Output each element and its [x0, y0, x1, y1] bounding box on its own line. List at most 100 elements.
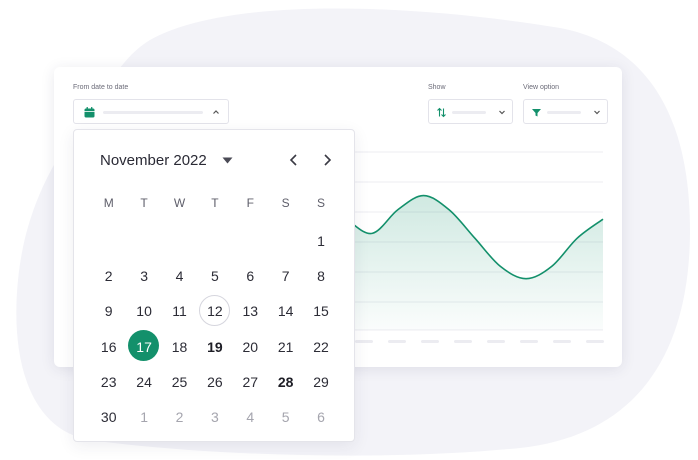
calendar-day-19[interactable]: 19	[197, 329, 232, 364]
calendar-day-11[interactable]: 11	[162, 294, 197, 329]
calendar-day-2[interactable]: 2	[91, 258, 126, 293]
calendar-day-22[interactable]: 22	[303, 329, 338, 364]
calendar-day-number: 7	[281, 267, 290, 284]
calendar-day-next-month-1[interactable]: 1	[126, 399, 161, 434]
calendar-day-25[interactable]: 25	[162, 364, 197, 399]
calendar-day-23[interactable]: 23	[91, 364, 126, 399]
calendar-day-number: 1	[140, 409, 148, 426]
calendar-day-1[interactable]: 1	[303, 223, 338, 258]
calendar-day-number: 15	[313, 303, 329, 320]
calendar-day-14[interactable]: 14	[268, 294, 303, 329]
calendar-day-3[interactable]: 3	[126, 258, 161, 293]
calendar-day-number: 24	[136, 373, 152, 390]
calendar-day-number: 19	[207, 338, 223, 355]
weekday-label: W	[173, 196, 186, 210]
calendar-day-number: 3	[140, 267, 148, 284]
calendar-day-21[interactable]: 21	[268, 329, 303, 364]
calendar-day-number: 28	[277, 373, 294, 390]
calendar-day-number: 5	[210, 267, 219, 284]
calendar-day-number: 22	[313, 338, 329, 355]
x-axis-tick-placeholder	[355, 340, 373, 343]
calendar-day-26[interactable]: 26	[197, 364, 232, 399]
calendar-day-number: 5	[281, 409, 290, 426]
calendar-empty-cell	[197, 223, 232, 258]
calendar-day-number: 2	[104, 267, 113, 284]
calendar-day-number: 23	[100, 373, 117, 390]
calendar-day-number: 9	[104, 303, 113, 320]
calendar-day-number: 6	[246, 267, 255, 284]
x-axis-tick-placeholder	[553, 340, 571, 343]
calendar-day-5[interactable]: 5	[197, 258, 232, 293]
x-axis-tick-placeholder	[388, 340, 406, 343]
calendar-empty-cell	[162, 223, 197, 258]
calendar-month-label[interactable]: November 2022	[100, 152, 207, 169]
x-axis-tick-placeholder	[421, 340, 439, 343]
calendar-day-number: 4	[175, 267, 184, 284]
x-axis-tick-placeholder	[586, 340, 604, 343]
calendar-day-13[interactable]: 13	[233, 294, 268, 329]
calendar-day-number: 17	[136, 338, 152, 355]
calendar-day-number: 1	[317, 232, 325, 249]
calendar-day-number: 14	[277, 303, 294, 320]
previous-month-icon[interactable]	[286, 152, 302, 168]
calendar-day-20[interactable]: 20	[233, 329, 268, 364]
calendar-day-next-month-3[interactable]: 3	[197, 399, 232, 434]
calendar-week-row: 1	[91, 223, 339, 258]
calendar-day-number: 27	[242, 373, 259, 390]
calendar-day-number: 10	[136, 303, 152, 320]
calendar-day-8[interactable]: 8	[303, 258, 338, 293]
x-axis-tick-placeholder	[520, 340, 538, 343]
weekday-label: T	[140, 196, 148, 210]
calendar-day-18[interactable]: 18	[162, 329, 197, 364]
calendar-empty-cell	[91, 223, 126, 258]
calendar-empty-cell	[268, 223, 303, 258]
weekday-label: S	[281, 196, 290, 210]
calendar-empty-cell	[233, 223, 268, 258]
calendar-day-number: 20	[242, 338, 259, 355]
calendar-day-17[interactable]: 17	[126, 329, 161, 364]
date-picker-popup: November 2022 MTWTFSS 1 2 3 4 5 6 7 8 9 10 11 12 13 1…	[73, 129, 355, 442]
calendar-day-9[interactable]: 9	[91, 294, 126, 329]
calendar-day-next-month-4[interactable]: 4	[233, 399, 268, 434]
calendar-day-24[interactable]: 24	[126, 364, 161, 399]
calendar-day-15[interactable]: 15	[303, 294, 338, 329]
calendar-day-number: 18	[171, 338, 188, 355]
calendar-day-next-month-6[interactable]: 6	[303, 399, 338, 434]
calendar-day-number: 4	[246, 409, 255, 426]
calendar-day-grid: 1 2 3 4 5 6 7 8 9 10 11 12 13 14 15 16 17 18 19 20 21 22 23 24 2…	[91, 223, 339, 435]
calendar-day-6[interactable]: 6	[233, 258, 268, 293]
calendar-day-10[interactable]: 10	[126, 294, 161, 329]
calendar-day-number: 29	[313, 373, 329, 390]
calendar-day-number: 3	[210, 409, 219, 426]
calendar-day-number: 16	[100, 338, 117, 355]
next-month-icon[interactable]	[319, 152, 335, 168]
calendar-day-4[interactable]: 4	[162, 258, 197, 293]
weekday-label: S	[317, 196, 326, 210]
calendar-day-30[interactable]: 30	[91, 399, 126, 434]
calendar-day-number: 30	[100, 409, 117, 426]
calendar-week-row: 2 3 4 5 6 7 8	[91, 258, 339, 293]
weekday-label: T	[211, 196, 219, 210]
calendar-week-row: 9 10 11 12 13 14 15	[91, 294, 339, 329]
caret-down-icon[interactable]	[222, 157, 233, 164]
calendar-day-7[interactable]: 7	[268, 258, 303, 293]
calendar-day-number: 26	[207, 373, 223, 390]
calendar-day-number: 21	[277, 338, 294, 355]
calendar-day-16[interactable]: 16	[91, 329, 126, 364]
calendar-week-row: 23 24 25 26 27 28 29	[91, 364, 339, 399]
calendar-day-12[interactable]: 12	[197, 294, 232, 329]
calendar-day-number: 13	[242, 303, 259, 320]
calendar-day-27[interactable]: 27	[233, 364, 268, 399]
weekday-label: M	[103, 196, 114, 210]
weekday-header: MTWTFSS	[91, 196, 339, 210]
calendar-week-row: 16 17 18 19 20 21 22	[91, 329, 339, 364]
calendar-day-next-month-5[interactable]: 5	[268, 399, 303, 434]
calendar-day-next-month-2[interactable]: 2	[162, 399, 197, 434]
x-axis-tick-placeholder	[487, 340, 505, 343]
calendar-day-number: 2	[175, 409, 184, 426]
calendar-day-number: 8	[317, 267, 325, 284]
calendar-day-28[interactable]: 28	[268, 364, 303, 399]
calendar-day-29[interactable]: 29	[303, 364, 338, 399]
calendar-day-number: 6	[317, 409, 325, 426]
x-axis-tick-placeholder	[454, 340, 472, 343]
